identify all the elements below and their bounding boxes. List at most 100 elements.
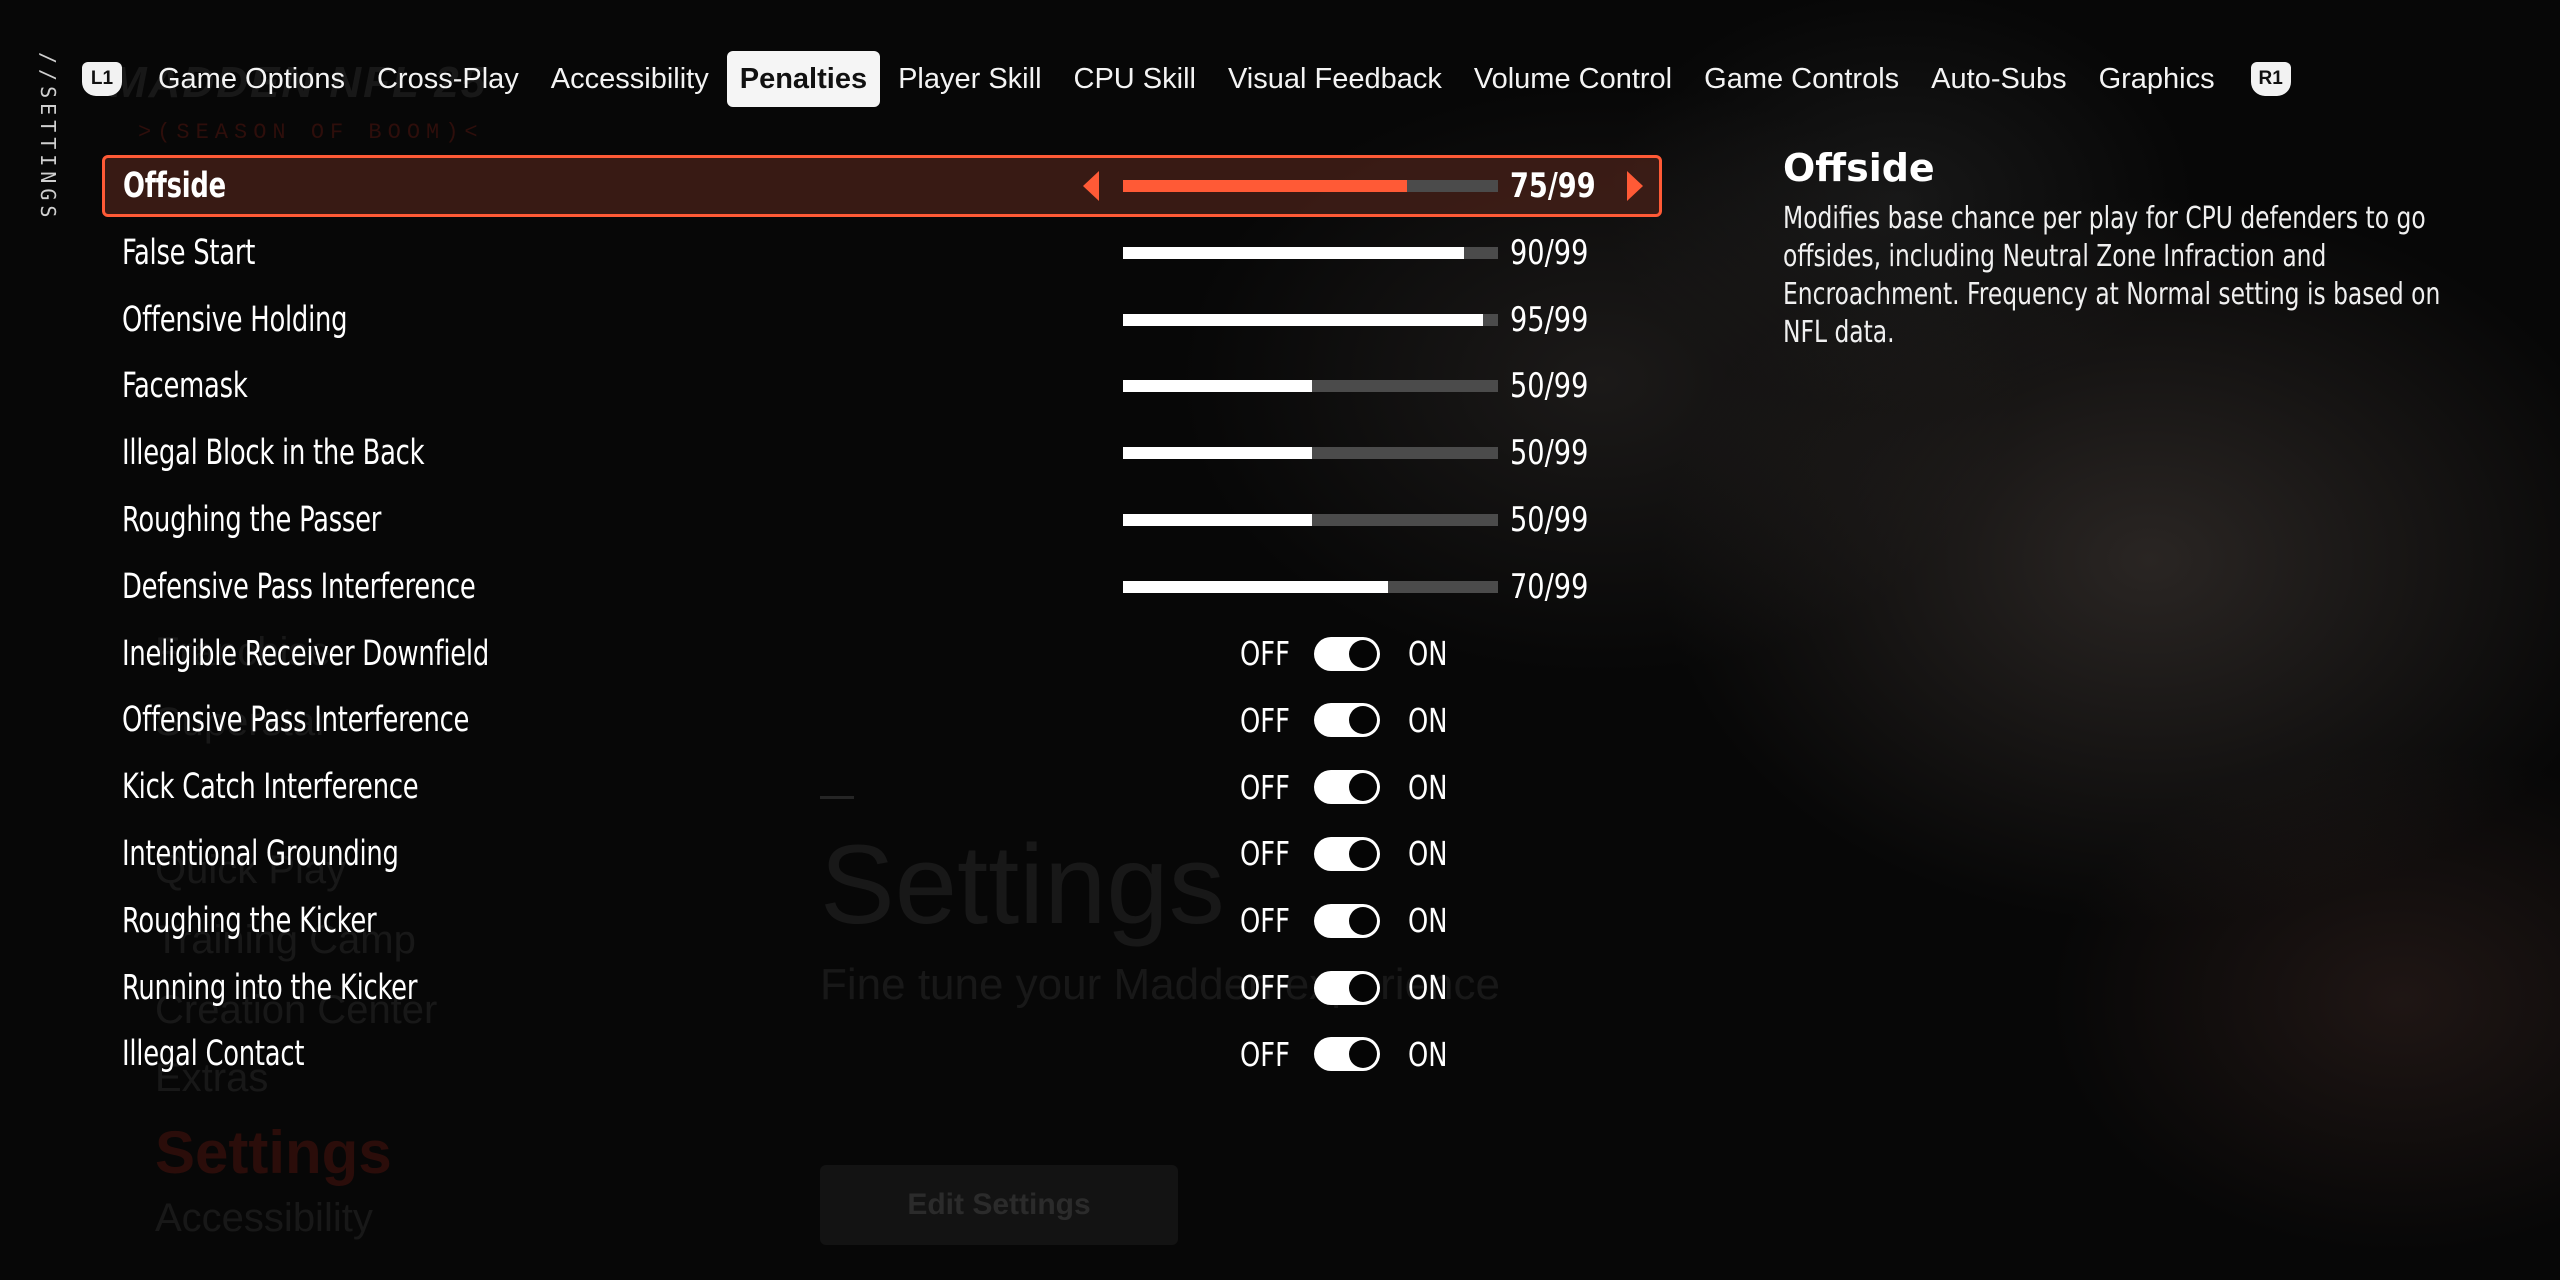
toggle-off-label: OFF bbox=[1240, 700, 1290, 740]
setting-label: Intentional Grounding bbox=[122, 833, 399, 874]
toggle-knob bbox=[1349, 706, 1377, 735]
toggle-on-label: ON bbox=[1408, 634, 1448, 674]
toggle-on-label: ON bbox=[1408, 968, 1448, 1008]
toggle-switch[interactable] bbox=[1314, 970, 1380, 1005]
tab-cross-play[interactable]: Cross-Play bbox=[363, 51, 533, 107]
setting-row-false-start[interactable]: False Start 90/99 bbox=[102, 222, 1662, 284]
setting-row-ineligible-receiver-downfield[interactable]: Ineligible Receiver Downfield OFF ON bbox=[102, 623, 1662, 685]
setting-label: False Start bbox=[122, 232, 256, 273]
tab-volume-control[interactable]: Volume Control bbox=[1460, 51, 1686, 107]
toggle-control: OFF ON bbox=[1240, 634, 1459, 673]
setting-row-facemask[interactable]: Facemask 50/99 bbox=[102, 355, 1662, 417]
slider-fill bbox=[1123, 313, 1483, 326]
slider-fill bbox=[1123, 246, 1464, 259]
toggle-control: OFF ON bbox=[1240, 768, 1459, 807]
slider-track[interactable] bbox=[1123, 513, 1498, 526]
setting-label: Roughing the Kicker bbox=[122, 900, 377, 941]
ghost-season-tag: >(SEASON OF BOOM)< bbox=[138, 120, 484, 145]
slider-value: 75/99 bbox=[1510, 166, 1596, 206]
setting-row-kick-catch-interference[interactable]: Kick Catch Interference OFF ON bbox=[102, 756, 1662, 818]
setting-label: Defensive Pass Interference bbox=[122, 566, 476, 607]
description-panel: Offside Modifies base chance per play fo… bbox=[1783, 146, 2473, 352]
setting-label: Offside bbox=[123, 166, 226, 206]
tab-game-options[interactable]: Game Options bbox=[144, 51, 359, 107]
toggle-off-label: OFF bbox=[1240, 1034, 1290, 1074]
slider-track[interactable] bbox=[1123, 313, 1498, 326]
slider-value: 50/99 bbox=[1510, 366, 1589, 407]
description-body: Modifies base chance per play for CPU de… bbox=[1783, 201, 2441, 350]
tab-cpu-skill[interactable]: CPU Skill bbox=[1060, 51, 1210, 107]
setting-row-roughing-the-kicker[interactable]: Roughing the Kicker OFF ON bbox=[102, 890, 1662, 952]
slider-track[interactable] bbox=[1123, 180, 1498, 192]
toggle-control: OFF ON bbox=[1240, 1035, 1459, 1074]
slider-track[interactable] bbox=[1123, 246, 1498, 259]
slider-fill bbox=[1123, 180, 1408, 192]
tab-bar: L1 Game Options Cross-Play Accessibility… bbox=[82, 50, 2291, 108]
slider-fill bbox=[1123, 447, 1313, 460]
setting-label: Offensive Holding bbox=[122, 299, 348, 340]
tab-accessibility[interactable]: Accessibility bbox=[537, 51, 723, 107]
toggle-knob bbox=[1349, 1040, 1377, 1069]
slider-track[interactable] bbox=[1123, 380, 1498, 393]
l1-bumper-icon[interactable]: L1 bbox=[82, 62, 122, 96]
setting-label: Illegal Block in the Back bbox=[122, 433, 425, 474]
toggle-switch[interactable] bbox=[1314, 836, 1380, 871]
toggle-off-label: OFF bbox=[1240, 634, 1290, 674]
setting-label: Offensive Pass Interference bbox=[122, 700, 470, 741]
setting-label: Kick Catch Interference bbox=[122, 767, 419, 808]
setting-row-illegal-block-in-the-back[interactable]: Illegal Block in the Back 50/99 bbox=[102, 422, 1662, 484]
penalties-settings-list: Offside 75/99 False Start 90/99 Offensive Ho… bbox=[102, 155, 1662, 1090]
tab-auto-subs[interactable]: Auto-Subs bbox=[1917, 51, 2080, 107]
decrease-arrow-icon[interactable] bbox=[1083, 171, 1099, 201]
ghost-menu-selected: Settings bbox=[155, 1119, 392, 1186]
toggle-knob bbox=[1349, 639, 1377, 668]
toggle-off-label: OFF bbox=[1240, 901, 1290, 941]
ghost-menu-item: Accessibility bbox=[155, 1196, 373, 1240]
setting-label: Ineligible Receiver Downfield bbox=[122, 633, 489, 674]
slider-value: 90/99 bbox=[1510, 232, 1589, 273]
setting-row-offside[interactable]: Offside 75/99 bbox=[102, 155, 1662, 217]
setting-row-offensive-holding[interactable]: Offensive Holding 95/99 bbox=[102, 289, 1662, 351]
slider-fill bbox=[1123, 380, 1313, 393]
toggle-control: OFF ON bbox=[1240, 701, 1459, 740]
slider-value: 50/99 bbox=[1510, 499, 1589, 540]
toggle-knob bbox=[1349, 839, 1377, 868]
tab-player-skill[interactable]: Player Skill bbox=[884, 51, 1055, 107]
setting-row-offensive-pass-interference[interactable]: Offensive Pass Interference OFF ON bbox=[102, 689, 1662, 751]
slider-track[interactable] bbox=[1123, 447, 1498, 460]
slider-track[interactable] bbox=[1123, 580, 1498, 593]
toggle-knob bbox=[1349, 906, 1377, 935]
ghost-edit-settings-button: Edit Settings bbox=[820, 1165, 1178, 1245]
setting-label: Facemask bbox=[122, 366, 248, 407]
slider-value: 70/99 bbox=[1510, 566, 1589, 607]
setting-row-defensive-pass-interference[interactable]: Defensive Pass Interference 70/99 bbox=[102, 556, 1662, 618]
setting-label: Running into the Kicker bbox=[122, 967, 418, 1008]
toggle-switch[interactable] bbox=[1314, 770, 1380, 805]
toggle-control: OFF ON bbox=[1240, 901, 1459, 940]
tab-game-controls[interactable]: Game Controls bbox=[1690, 51, 1913, 107]
slider-fill bbox=[1123, 513, 1313, 526]
increase-arrow-icon[interactable] bbox=[1627, 171, 1643, 201]
tab-visual-feedback[interactable]: Visual Feedback bbox=[1214, 51, 1456, 107]
setting-label: Roughing the Passer bbox=[122, 499, 382, 540]
toggle-switch[interactable] bbox=[1314, 703, 1380, 738]
setting-label: Illegal Contact bbox=[122, 1034, 305, 1075]
tab-graphics[interactable]: Graphics bbox=[2085, 51, 2229, 107]
toggle-on-label: ON bbox=[1408, 901, 1448, 941]
toggle-knob bbox=[1349, 773, 1377, 802]
breadcrumb: //SETTINGS bbox=[36, 52, 60, 223]
toggle-off-label: OFF bbox=[1240, 968, 1290, 1008]
setting-row-illegal-contact[interactable]: Illegal Contact OFF ON bbox=[102, 1023, 1662, 1085]
description-title: Offside bbox=[1783, 146, 1935, 190]
toggle-switch[interactable] bbox=[1314, 1037, 1380, 1072]
setting-row-running-into-the-kicker[interactable]: Running into the Kicker OFF ON bbox=[102, 957, 1662, 1019]
toggle-switch[interactable] bbox=[1314, 636, 1380, 671]
toggle-switch[interactable] bbox=[1314, 903, 1380, 938]
toggle-on-label: ON bbox=[1408, 700, 1448, 740]
toggle-on-label: ON bbox=[1408, 834, 1448, 874]
setting-row-intentional-grounding[interactable]: Intentional Grounding OFF ON bbox=[102, 823, 1662, 885]
slider-value: 50/99 bbox=[1510, 433, 1589, 474]
setting-row-roughing-the-passer[interactable]: Roughing the Passer 50/99 bbox=[102, 489, 1662, 551]
r1-bumper-icon[interactable]: R1 bbox=[2250, 62, 2291, 96]
tab-penalties[interactable]: Penalties bbox=[726, 51, 881, 107]
